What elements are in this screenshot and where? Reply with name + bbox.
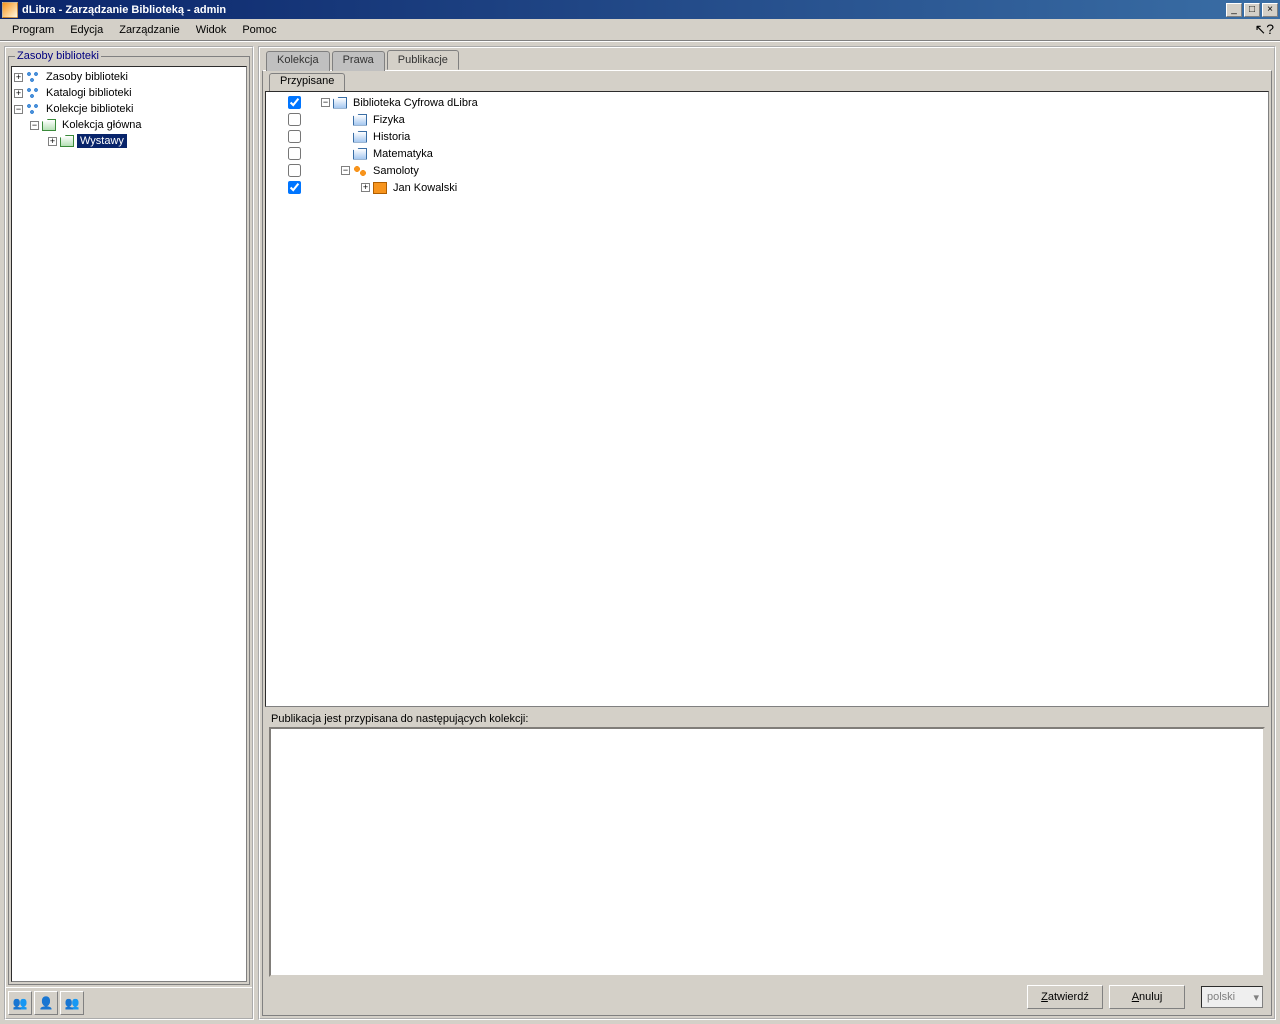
tree-label: Wystawy [77, 134, 127, 148]
minimize-button[interactable]: _ [1226, 3, 1242, 17]
sidebar-group: Zasoby biblioteki + Zasoby biblioteki + … [8, 50, 250, 985]
menu-pomoc[interactable]: Pomoc [234, 22, 284, 38]
user-icon[interactable]: 👤 [34, 991, 58, 1015]
subtab-row: Przypisane [269, 73, 1269, 91]
assignment-checkbox[interactable] [288, 96, 301, 109]
tab-panel-publikacje: Przypisane − Biblioteka Cyfrowa dLibra Fiz… [262, 70, 1272, 1016]
tree-spacer [341, 115, 350, 124]
menu-bar: Program Edycja Zarządzanie Widok Pomoc ↖… [0, 19, 1280, 41]
assignment-row[interactable]: Historia [268, 128, 1266, 145]
expand-icon[interactable]: + [361, 183, 370, 192]
expand-icon[interactable]: + [48, 137, 57, 146]
main-panel: Kolekcja Prawa Publikacje Przypisane − Bi… [258, 46, 1276, 1020]
assignment-checkbox[interactable] [288, 113, 301, 126]
collapse-icon[interactable]: − [321, 98, 330, 107]
tab-row: Kolekcja Prawa Publikacje [266, 50, 1272, 70]
library-tree[interactable]: + Zasoby biblioteki + Katalogi bibliotek… [11, 66, 247, 982]
assignment-label: Biblioteka Cyfrowa dLibra [350, 96, 481, 110]
book-icon [373, 182, 387, 194]
users-group-icon[interactable]: 👥 [60, 991, 84, 1015]
tree-row[interactable]: + Katalogi biblioteki [14, 85, 244, 101]
assignment-checkbox[interactable] [288, 181, 301, 194]
nodes-icon [26, 103, 40, 115]
users-red-icon[interactable]: 👥 [8, 991, 32, 1015]
folder-blue-icon [353, 148, 367, 160]
assignment-label: Historia [370, 130, 413, 144]
window-title: dLibra - Zarządzanie Biblioteką - admin [22, 4, 1224, 16]
folder-blue-icon [353, 114, 367, 126]
assignment-row[interactable]: − Samoloty [268, 162, 1266, 179]
assignment-row[interactable]: + Jan Kowalski [268, 179, 1266, 196]
language-combo[interactable]: polski ▾ [1201, 986, 1263, 1008]
tab-prawa[interactable]: Prawa [332, 51, 385, 71]
tree-spacer [341, 132, 350, 141]
group-icon [353, 165, 367, 177]
chevron-down-icon: ▾ [1253, 991, 1259, 1004]
tree-row[interactable]: − Kolekcja główna [14, 117, 244, 133]
expand-icon[interactable]: + [14, 73, 23, 82]
menu-edycja[interactable]: Edycja [62, 22, 111, 38]
title-bar: dLibra - Zarządzanie Biblioteką - admin … [0, 0, 1280, 19]
maximize-button[interactable]: □ [1244, 3, 1260, 17]
assignment-checkbox[interactable] [288, 164, 301, 177]
language-label: polski [1207, 991, 1235, 1003]
sidebar-toolbar: 👥 👤 👥 [6, 987, 252, 1018]
tree-label: Kolekcje biblioteki [43, 102, 136, 116]
collapse-icon[interactable]: − [341, 166, 350, 175]
assignment-summary-label: Publikacja jest przypisana do następując… [271, 713, 1269, 725]
assignment-checkbox[interactable] [288, 130, 301, 143]
nodes-icon [26, 71, 40, 83]
nodes-icon [26, 87, 40, 99]
tree-label: Katalogi biblioteki [43, 86, 135, 100]
expand-icon[interactable]: + [14, 89, 23, 98]
tree-row-selected[interactable]: + Wystawy [14, 133, 244, 149]
menu-zarzadzanie[interactable]: Zarządzanie [111, 22, 188, 38]
context-help-icon[interactable]: ↖? [1254, 21, 1274, 38]
tree-spacer [341, 149, 350, 158]
ok-button[interactable]: Zatwierdź [1027, 985, 1103, 1009]
assignment-row[interactable]: Matematyka [268, 145, 1266, 162]
app-icon [2, 2, 18, 18]
folder-blue-icon [353, 131, 367, 143]
tree-row[interactable]: + Zasoby biblioteki [14, 69, 244, 85]
button-row: Zatwierdź Anuluj polski ▾ [265, 981, 1269, 1013]
folder-open-icon [42, 119, 56, 131]
assignment-summary-area [269, 727, 1265, 977]
collapse-icon[interactable]: − [14, 105, 23, 114]
tree-label: Kolekcja główna [59, 118, 145, 132]
tree-row[interactable]: − Kolekcje biblioteki [14, 101, 244, 117]
folder-open-icon [60, 135, 74, 147]
menu-program[interactable]: Program [4, 22, 62, 38]
assignment-row[interactable]: − Biblioteka Cyfrowa dLibra [268, 94, 1266, 111]
folder-blue-icon [333, 97, 347, 109]
assignment-tree[interactable]: − Biblioteka Cyfrowa dLibra Fizyka Historia… [265, 91, 1269, 707]
collapse-icon[interactable]: − [30, 121, 39, 130]
sidebar: Zasoby biblioteki + Zasoby biblioteki + … [4, 46, 254, 1020]
assignment-row[interactable]: Fizyka [268, 111, 1266, 128]
subtab-przypisane[interactable]: Przypisane [269, 73, 345, 91]
assignment-label: Jan Kowalski [390, 181, 460, 195]
assignment-label: Matematyka [370, 147, 436, 161]
assignment-label: Fizyka [370, 113, 408, 127]
assignment-checkbox[interactable] [288, 147, 301, 160]
tab-publikacje[interactable]: Publikacje [387, 50, 459, 70]
assignment-label: Samoloty [370, 164, 422, 178]
cancel-button[interactable]: Anuluj [1109, 985, 1185, 1009]
tree-label: Zasoby biblioteki [43, 70, 131, 84]
tab-kolekcja[interactable]: Kolekcja [266, 51, 330, 71]
sidebar-legend: Zasoby biblioteki [15, 50, 101, 62]
menu-widok[interactable]: Widok [188, 22, 235, 38]
close-button[interactable]: × [1262, 3, 1278, 17]
